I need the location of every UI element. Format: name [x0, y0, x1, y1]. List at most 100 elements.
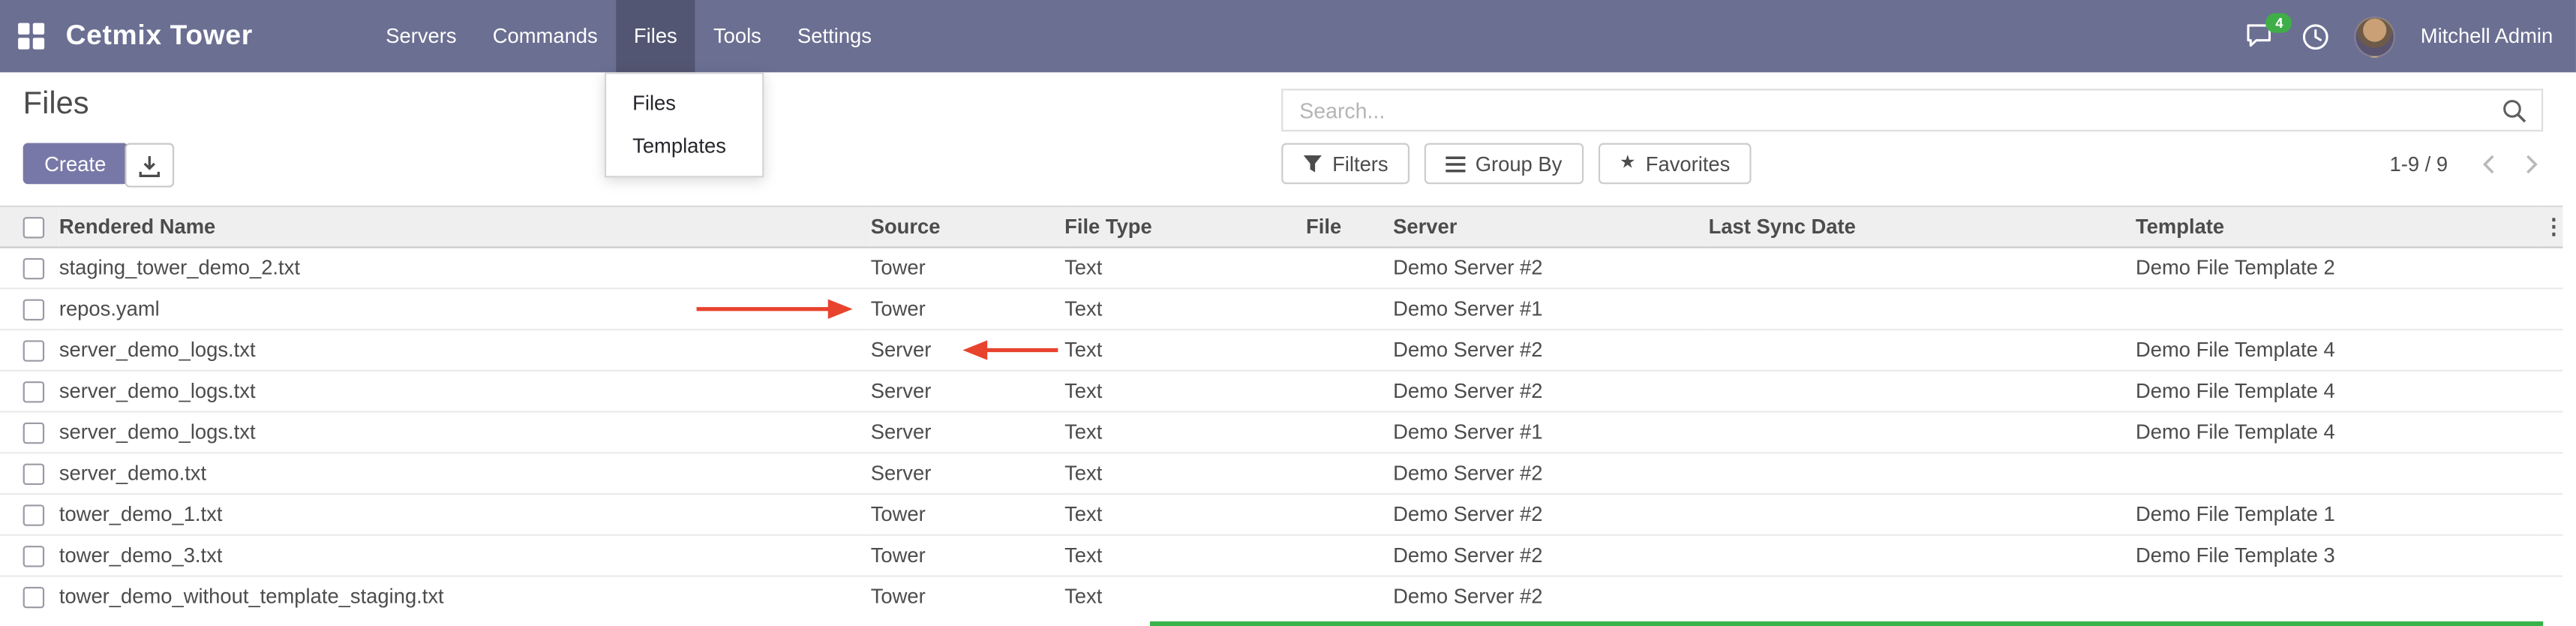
cell-last-sync-date — [1709, 330, 2136, 371]
cell-template: Demo File Template 3 — [2136, 535, 2543, 576]
cell-server: Demo Server #2 — [1393, 453, 1708, 494]
files-list-table: Rendered Name Source File Type File Serv… — [0, 206, 2562, 617]
row-checkbox[interactable] — [23, 341, 44, 362]
menu-servers[interactable]: Servers — [368, 0, 475, 72]
cell-file — [1306, 576, 1393, 617]
search-input[interactable] — [1283, 98, 2487, 122]
cell-file-type: Text — [1064, 288, 1306, 330]
cell-rendered-name: server_demo_logs.txt — [59, 330, 871, 371]
cell-rendered-name: server_demo.txt — [59, 453, 871, 494]
brand-title[interactable]: Cetmix Tower — [66, 20, 253, 53]
column-file[interactable]: File — [1306, 206, 1393, 248]
search-bar — [1281, 89, 2543, 131]
cell-file-type: Text — [1064, 412, 1306, 453]
funnel-icon — [1303, 154, 1323, 173]
cell-template — [2136, 288, 2543, 330]
messages-icon[interactable]: 4 — [2247, 23, 2278, 50]
cell-source: Tower — [871, 494, 1064, 535]
systray: 4 Mitchell Admin — [2247, 0, 2576, 72]
group-by-button[interactable]: Group By — [1425, 143, 1584, 185]
cell-source: Tower — [871, 576, 1064, 617]
cell-rendered-name: tower_demo_without_template_staging.txt — [59, 576, 871, 617]
cell-file-type: Text — [1064, 494, 1306, 535]
dropdown-item-templates[interactable]: Templates — [606, 125, 762, 167]
pager-next-button[interactable] — [2510, 154, 2553, 173]
cell-server: Demo Server #2 — [1393, 576, 1708, 617]
table-row[interactable]: server_demo_logs.txt Server Text Demo Se… — [0, 371, 2562, 412]
column-source[interactable]: Source — [871, 206, 1064, 248]
pager-range: 1-9 / 9 — [2389, 152, 2448, 176]
cell-file-type: Text — [1064, 330, 1306, 371]
filters-button[interactable]: Filters — [1281, 143, 1410, 185]
row-checkbox[interactable] — [23, 423, 44, 444]
row-checkbox[interactable] — [23, 546, 44, 567]
table-row[interactable]: repos.yaml Tower Text Demo Server #1 — [0, 288, 2562, 330]
favorites-button[interactable]: ★ Favorites — [1599, 143, 1752, 185]
cell-template: Demo File Template 4 — [2136, 412, 2543, 453]
menu-files[interactable]: Files — [616, 0, 695, 72]
cell-server: Demo Server #2 — [1393, 330, 1708, 371]
cell-file-type: Text — [1064, 248, 1306, 289]
cell-file — [1306, 494, 1393, 535]
table-row[interactable]: server_demo_logs.txt Server Text Demo Se… — [0, 330, 2562, 371]
clock-icon — [2302, 23, 2330, 50]
table-row[interactable]: tower_demo_3.txt Tower Text Demo Server … — [0, 535, 2562, 576]
user-avatar[interactable] — [2355, 16, 2396, 57]
cell-last-sync-date — [1709, 248, 2136, 289]
cell-file — [1306, 453, 1393, 494]
dropdown-item-files[interactable]: Files — [606, 83, 762, 125]
create-button[interactable]: Create — [23, 143, 128, 185]
pager-previous-button[interactable] — [2467, 154, 2510, 173]
cell-last-sync-date — [1709, 412, 2136, 453]
cell-file-type: Text — [1064, 535, 1306, 576]
user-menu[interactable]: Mitchell Admin — [2421, 25, 2553, 48]
cell-server: Demo Server #2 — [1393, 371, 1708, 412]
row-checkbox[interactable] — [23, 505, 44, 526]
column-template[interactable]: Template — [2136, 206, 2543, 248]
menu-commands[interactable]: Commands — [475, 0, 616, 72]
table-row[interactable]: tower_demo_1.txt Tower Text Demo Server … — [0, 494, 2562, 535]
row-checkbox[interactable] — [23, 381, 44, 402]
column-rendered-name[interactable]: Rendered Name — [59, 206, 871, 248]
cell-rendered-name: server_demo_logs.txt — [59, 371, 871, 412]
cell-template: Demo File Template 4 — [2136, 371, 2543, 412]
export-button[interactable] — [125, 143, 174, 188]
files-list-view: Rendered Name Source File Type File Serv… — [0, 206, 2576, 617]
star-icon: ★ — [1620, 155, 1636, 173]
column-server[interactable]: Server — [1393, 206, 1708, 248]
cell-rendered-name: server_demo_logs.txt — [59, 412, 871, 453]
control-panel: Files Create Filters — [0, 72, 2576, 205]
row-checkbox[interactable] — [23, 299, 44, 321]
optional-columns-icon[interactable]: ⋮ — [2543, 214, 2562, 239]
cell-file-type: Text — [1064, 576, 1306, 617]
cell-server: Demo Server #2 — [1393, 248, 1708, 289]
cell-last-sync-date — [1709, 288, 2136, 330]
select-all-checkbox[interactable] — [23, 217, 44, 238]
apps-grid-icon[interactable] — [18, 23, 44, 50]
cell-rendered-name: tower_demo_1.txt — [59, 494, 871, 535]
search-icon[interactable] — [2487, 98, 2541, 122]
row-checkbox[interactable] — [23, 587, 44, 608]
menu-tools[interactable]: Tools — [695, 0, 779, 72]
cell-source: Tower — [871, 248, 1064, 289]
row-checkbox[interactable] — [23, 464, 44, 485]
main-menu: Servers Commands Files Tools Settings — [368, 0, 890, 72]
table-row[interactable]: server_demo.txt Server Text Demo Server … — [0, 453, 2562, 494]
table-row[interactable]: tower_demo_without_template_staging.txt … — [0, 576, 2562, 617]
cell-file-type: Text — [1064, 371, 1306, 412]
table-row[interactable]: server_demo_logs.txt Server Text Demo Se… — [0, 412, 2562, 453]
column-file-type[interactable]: File Type — [1064, 206, 1306, 248]
cell-file — [1306, 535, 1393, 576]
table-row[interactable]: staging_tower_demo_2.txt Tower Text Demo… — [0, 248, 2562, 289]
cell-source: Server — [871, 453, 1064, 494]
cell-source: Server — [871, 412, 1064, 453]
cell-file — [1306, 412, 1393, 453]
menu-settings[interactable]: Settings — [779, 0, 890, 72]
column-last-sync-date[interactable]: Last Sync Date — [1709, 206, 2136, 248]
cell-last-sync-date — [1709, 494, 2136, 535]
activities-icon[interactable] — [2302, 23, 2330, 50]
row-checkbox[interactable] — [23, 258, 44, 279]
cell-last-sync-date — [1709, 576, 2136, 617]
cell-server: Demo Server #1 — [1393, 412, 1708, 453]
page-title: Files — [23, 87, 89, 123]
